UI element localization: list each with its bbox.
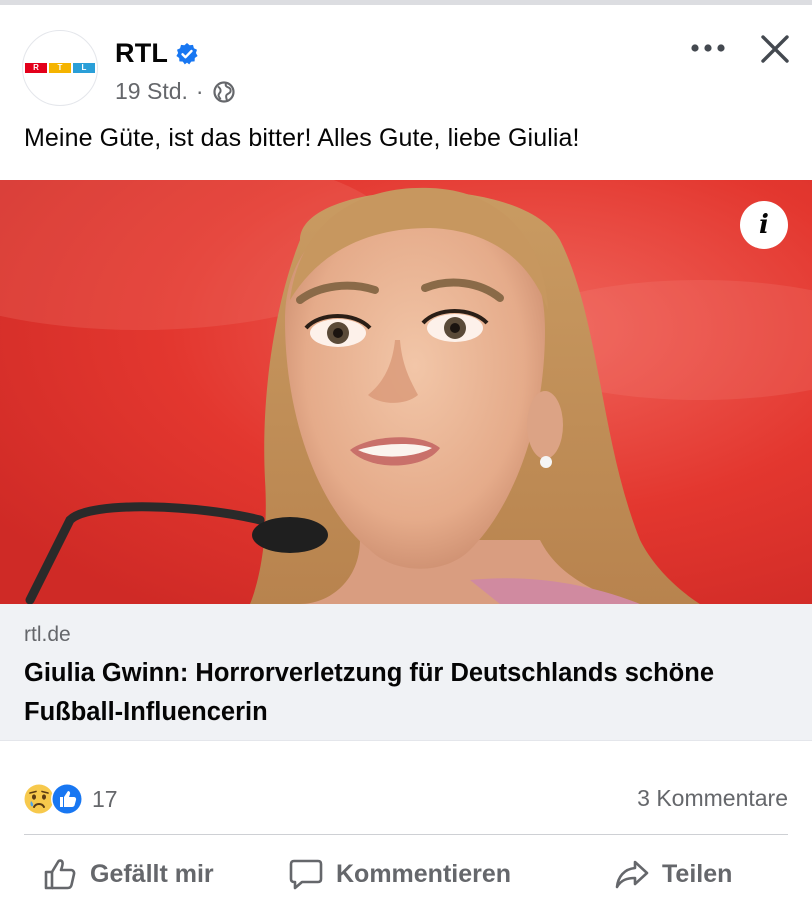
- comment-button[interactable]: Kommentieren: [288, 852, 511, 896]
- share-arrow-icon: [615, 860, 649, 889]
- meta-separator: ·: [195, 78, 204, 104]
- post-message: Meine Güte, ist das bitter! Alles Gute, …: [24, 124, 580, 152]
- more-options-icon[interactable]: [688, 36, 728, 60]
- link-domain[interactable]: rtl.de: [24, 623, 71, 647]
- rtl-logo: R T L: [25, 63, 95, 73]
- info-icon[interactable]: i: [740, 201, 788, 249]
- thumbs-up-icon: [44, 859, 76, 890]
- share-label: Teilen: [662, 859, 733, 888]
- post-meta: 19 Std. ·: [115, 78, 236, 105]
- actions-divider: [24, 834, 788, 835]
- comment-label: Kommentieren: [336, 859, 512, 888]
- reaction-count: 17: [92, 785, 118, 812]
- comment-count[interactable]: 3 Kommentare: [637, 785, 788, 812]
- post-timestamp[interactable]: 19 Std.: [115, 78, 188, 105]
- logo-letter-t: T: [49, 63, 71, 73]
- logo-letter-l: L: [73, 63, 95, 73]
- post-image[interactable]: [0, 180, 812, 604]
- like-label: Gefällt mir: [90, 859, 214, 888]
- verified-badge-icon: [176, 43, 198, 65]
- globe-icon: [212, 80, 235, 103]
- top-divider: [0, 0, 812, 5]
- page-name[interactable]: RTL: [115, 38, 168, 69]
- logo-letter-r: R: [25, 63, 47, 73]
- comment-bubble-icon: [289, 859, 323, 890]
- reaction-summary[interactable]: 17: [22, 782, 118, 816]
- close-icon[interactable]: [758, 32, 792, 66]
- page-avatar[interactable]: R T L: [22, 30, 98, 106]
- like-button[interactable]: Gefällt mir: [42, 852, 214, 896]
- share-button[interactable]: Teilen: [614, 852, 732, 896]
- portrait-illustration: [0, 180, 812, 604]
- link-title[interactable]: Giulia Gwinn: Horrorverletzung für Deuts…: [24, 654, 804, 732]
- like-reaction-icon: [51, 783, 83, 815]
